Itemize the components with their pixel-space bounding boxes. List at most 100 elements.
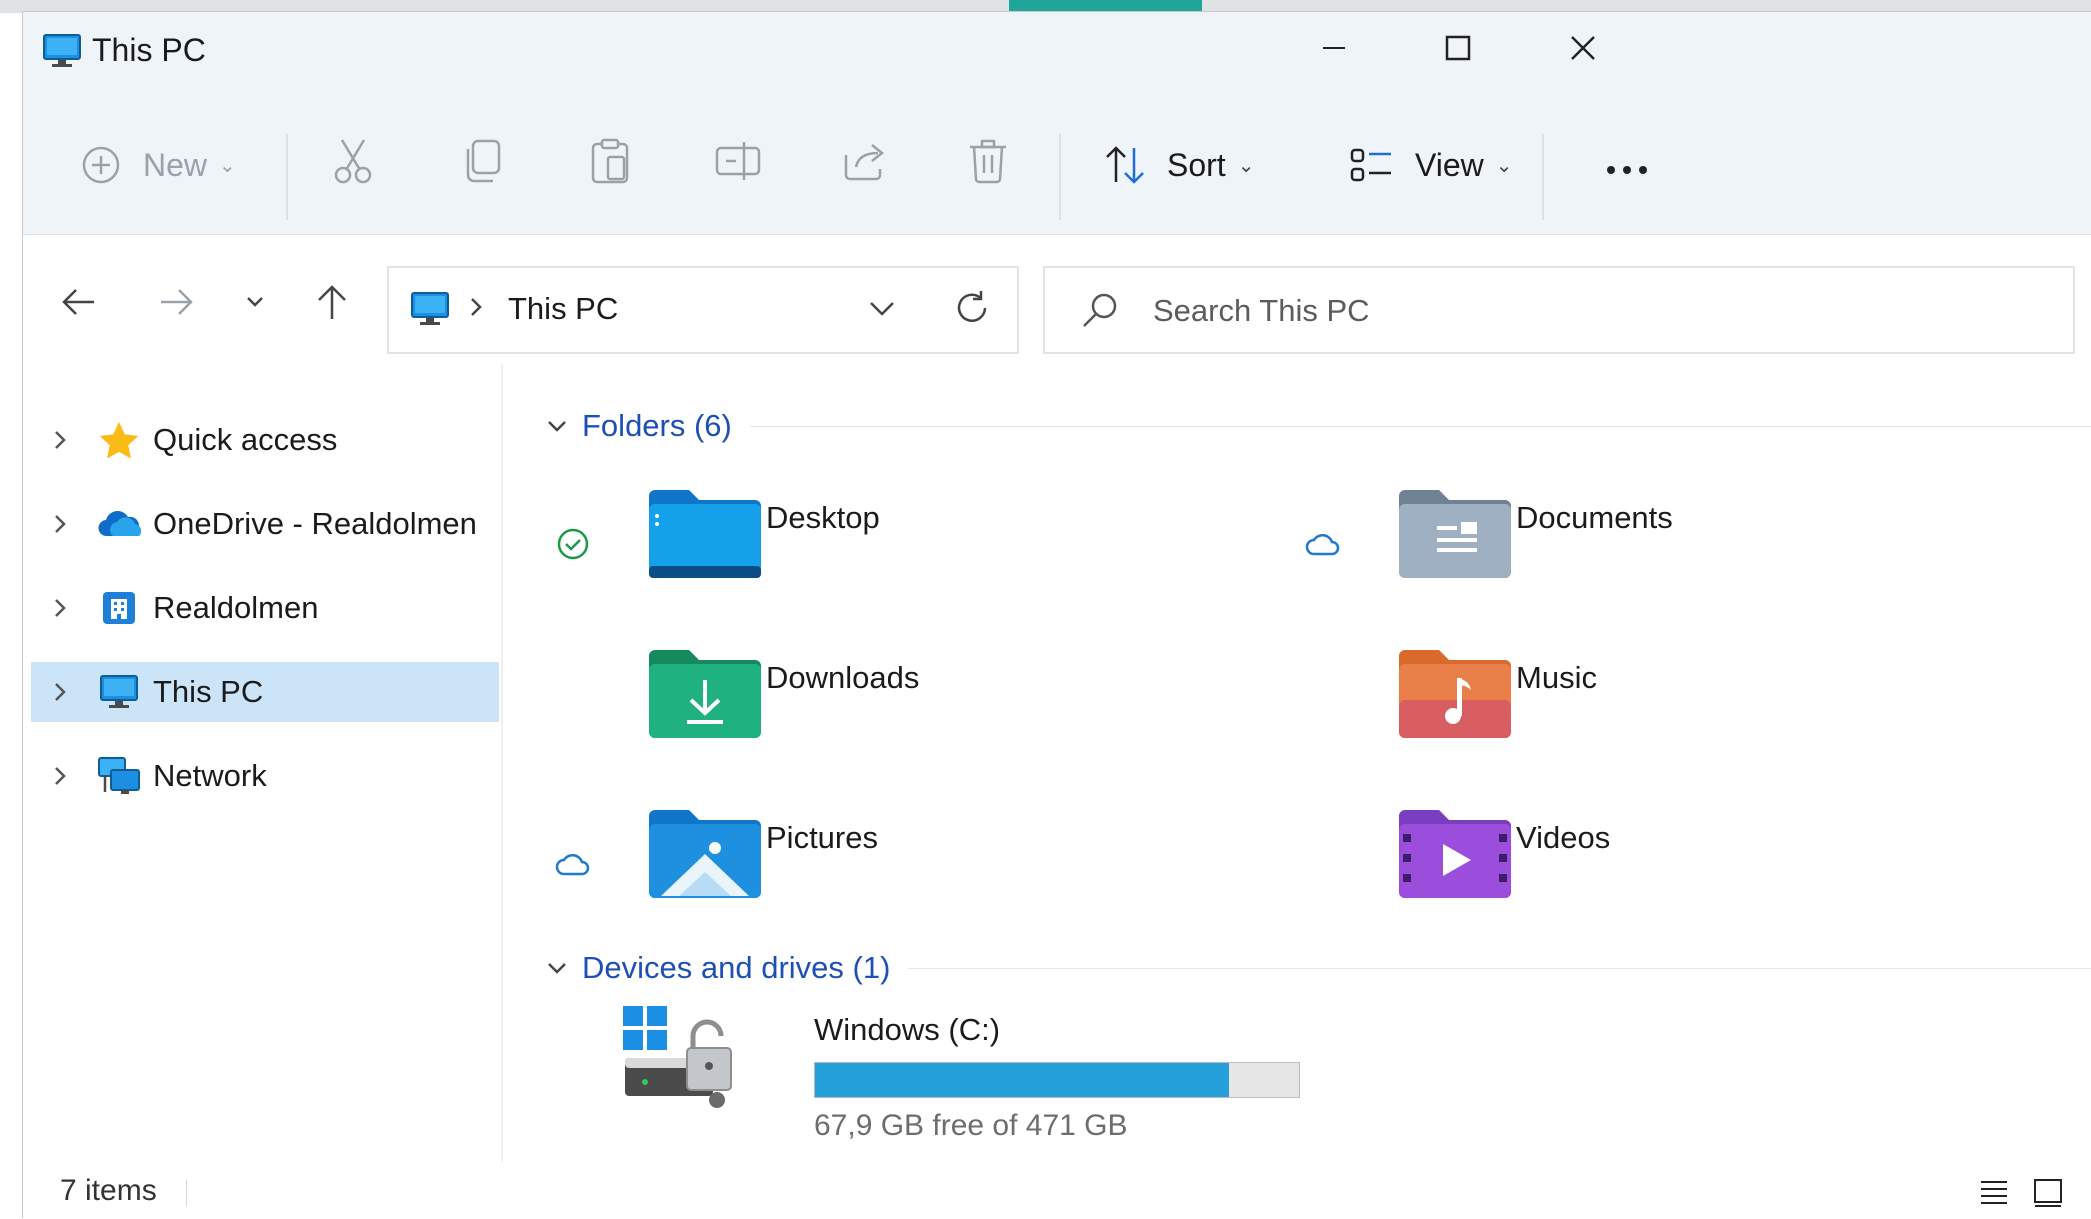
desktop-folder-icon: [649, 490, 761, 583]
close-button[interactable]: [1552, 22, 1614, 78]
chevron-right-icon[interactable]: [53, 597, 93, 619]
maximize-button[interactable]: [1427, 22, 1489, 78]
devices-group-header[interactable]: Devices and drives (1): [546, 950, 2091, 986]
folder-tile-music[interactable]: Music: [1301, 650, 2021, 770]
windows-drive-locked-icon: [623, 1004, 747, 1121]
star-icon: [93, 420, 145, 460]
drive-name: Windows (C:): [814, 1012, 1001, 1047]
new-label: New: [143, 146, 208, 183]
view-icon: [1349, 146, 1395, 184]
group-divider: [908, 967, 2091, 969]
videos-folder-icon: [1399, 810, 1511, 903]
share-icon: [842, 139, 888, 191]
chevron-right-icon[interactable]: [53, 429, 93, 451]
share-button[interactable]: [842, 130, 888, 200]
search-box[interactable]: [1043, 266, 2075, 354]
folder-tile-downloads[interactable]: Downloads: [551, 650, 1271, 770]
chevron-down-icon: [546, 961, 568, 975]
tiles-view-icon[interactable]: [2033, 1178, 2063, 1213]
chevron-right-icon[interactable]: [469, 296, 483, 323]
sidebar-item-quick-access[interactable]: Quick access: [31, 410, 499, 470]
see-more-button[interactable]: [1605, 130, 1649, 200]
chevron-right-icon[interactable]: [53, 681, 93, 703]
sidebar-item-this-pc[interactable]: This PC: [31, 662, 499, 722]
folder-tile-documents[interactable]: Documents: [1301, 490, 2021, 610]
address-history-chevron-icon[interactable]: [868, 300, 896, 323]
cloud-icon: [551, 842, 595, 886]
group-title: Folders (6): [582, 408, 732, 443]
navigation-row: This PC: [23, 234, 2091, 364]
music-folder-icon: [1399, 650, 1511, 743]
sidebar-item-label: OneDrive - Realdolmen: [153, 506, 477, 541]
this-pc-icon: [93, 675, 145, 709]
chevron-down-icon: ⌄: [1237, 154, 1255, 177]
view-button[interactable]: View ⌄: [1349, 130, 1513, 200]
cut-button[interactable]: [332, 130, 374, 200]
refresh-icon[interactable]: [952, 288, 992, 333]
folder-tile-videos[interactable]: Videos: [1301, 810, 2021, 930]
pictures-folder-icon: [649, 810, 761, 903]
rename-icon: [714, 139, 762, 191]
minimize-button[interactable]: [1303, 22, 1365, 78]
sidebar-item-label: Realdolmen: [153, 590, 319, 625]
recent-locations-button[interactable]: [233, 282, 277, 326]
synced-check-icon: [551, 522, 595, 566]
sort-button[interactable]: Sort ⌄: [1103, 130, 1254, 200]
drive-tile-windows-c[interactable]: Windows (C:) 67,9 GB free of 471 GB: [623, 1004, 1423, 1144]
back-button[interactable]: [57, 282, 101, 326]
copy-button[interactable]: [463, 130, 503, 200]
drive-usage-bar: [814, 1062, 1300, 1098]
drive-usage-fill: [815, 1063, 1230, 1097]
arrow-right-icon: [158, 287, 194, 322]
sidebar-item-realdolmen[interactable]: Realdolmen: [31, 578, 499, 638]
folder-name: Music: [1516, 660, 1597, 695]
folders-group-header[interactable]: Folders (6): [546, 408, 2091, 444]
toolbar-separator: [286, 134, 288, 220]
sidebar-item-network[interactable]: Network: [31, 746, 499, 806]
delete-button[interactable]: [967, 130, 1009, 200]
more-icon: [1605, 147, 1649, 184]
paste-button[interactable]: [590, 130, 630, 200]
building-icon: [93, 590, 145, 626]
onedrive-cloud-icon: [93, 510, 145, 538]
chevron-down-icon: [245, 295, 265, 314]
chevron-down-icon: ⌄: [219, 154, 236, 177]
delete-icon: [967, 138, 1009, 192]
search-input[interactable]: [1151, 288, 2035, 334]
folder-tile-pictures[interactable]: Pictures: [551, 810, 1271, 930]
sidebar-item-onedrive[interactable]: OneDrive - Realdolmen: [31, 494, 499, 554]
chevron-down-icon: ⌄: [1495, 154, 1513, 177]
new-button[interactable]: New ⌄: [81, 130, 236, 200]
close-icon: [1569, 34, 1597, 67]
title-bar[interactable]: This PC: [23, 12, 2091, 90]
network-icon: [93, 756, 145, 796]
folder-name: Downloads: [766, 660, 920, 695]
navigation-pane: Quick access OneDrive - Realdolmen Reald…: [23, 364, 503, 1162]
breadcrumb-this-pc[interactable]: This PC: [508, 291, 618, 327]
window-title: This PC: [92, 32, 206, 68]
chevron-right-icon[interactable]: [53, 765, 93, 787]
file-explorer-window: This PC New ⌄ Sort ⌄ View ⌄ This PC Sear…: [22, 11, 2091, 1218]
rename-button[interactable]: [714, 130, 762, 200]
sort-label: Sort: [1167, 146, 1226, 183]
folder-name: Videos: [1516, 820, 1611, 855]
details-view-icon[interactable]: [1979, 1178, 2009, 1211]
arrow-left-icon: [61, 287, 97, 322]
minimize-icon: [1321, 35, 1347, 66]
toolbar-separator: [1059, 134, 1061, 220]
sidebar-item-label: This PC: [153, 674, 264, 709]
address-bar[interactable]: This PC: [387, 266, 1019, 354]
folder-name: Documents: [1516, 500, 1673, 535]
paste-icon: [590, 137, 630, 193]
chevron-right-icon[interactable]: [53, 513, 93, 535]
backdrop-window-edge: [1009, 0, 1202, 11]
folder-tile-desktop[interactable]: Desktop: [551, 490, 1271, 610]
toolbar-separator: [1542, 134, 1544, 220]
chevron-down-icon: [546, 419, 568, 433]
forward-button[interactable]: [154, 282, 198, 326]
downloads-folder-icon: [649, 650, 761, 743]
view-label: View: [1415, 146, 1484, 183]
up-button[interactable]: [310, 282, 354, 326]
status-bar: 7 items: [23, 1162, 2091, 1219]
this-pc-icon: [411, 292, 449, 331]
